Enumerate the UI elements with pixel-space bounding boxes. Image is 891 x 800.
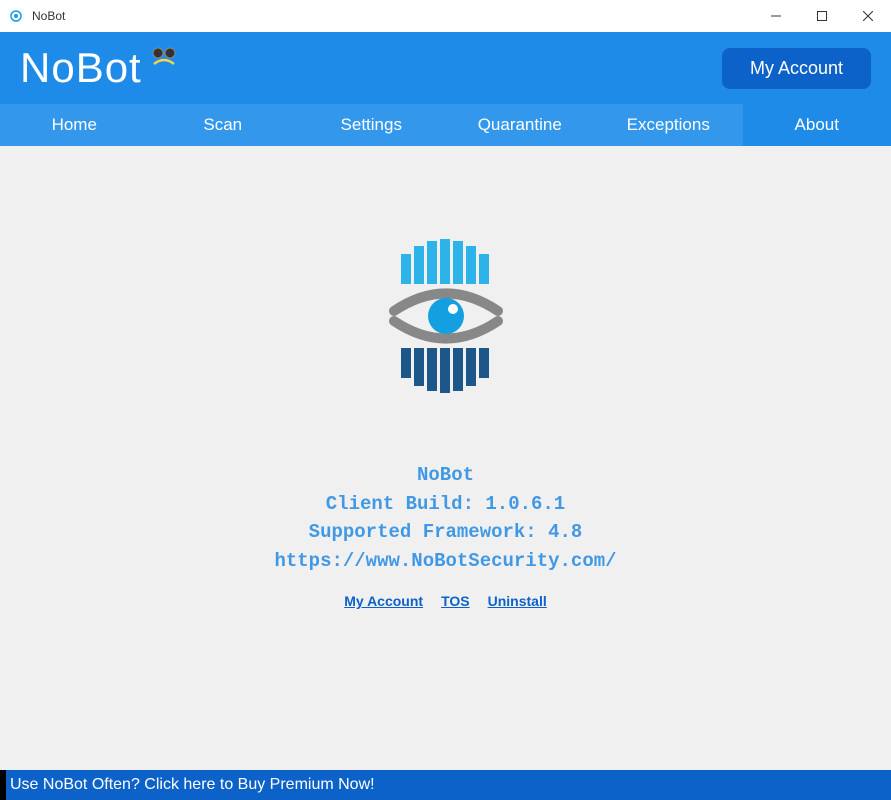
shield-eye-logo-icon <box>346 226 546 431</box>
nav-about[interactable]: About <box>743 104 891 146</box>
logo-text: NoBot <box>20 44 142 92</box>
nav-scan[interactable]: Scan <box>149 104 298 146</box>
app-logo: NoBot <box>20 44 184 92</box>
nav-settings[interactable]: Settings <box>297 104 446 146</box>
tos-link[interactable]: TOS <box>441 593 470 609</box>
titlebar-left: NoBot <box>8 8 65 24</box>
titlebar-title: NoBot <box>32 9 65 23</box>
titlebar-controls <box>753 0 891 32</box>
nav-quarantine[interactable]: Quarantine <box>446 104 595 146</box>
content-area: NoBot Client Build: 1.0.6.1 Supported Fr… <box>0 146 891 770</box>
about-info: NoBot Client Build: 1.0.6.1 Supported Fr… <box>274 461 616 575</box>
uninstall-link[interactable]: Uninstall <box>488 593 547 609</box>
logo-eye-icon <box>146 40 184 88</box>
nav-home[interactable]: Home <box>0 104 149 146</box>
header: NoBot My Account <box>0 32 891 104</box>
navbar: Home Scan Settings Quarantine Exceptions… <box>0 104 891 146</box>
nav-exceptions[interactable]: Exceptions <box>594 104 743 146</box>
links-row: My Account TOS Uninstall <box>344 593 546 609</box>
website-url: https://www.NoBotSecurity.com/ <box>274 547 616 576</box>
titlebar: NoBot <box>0 0 891 32</box>
my-account-link[interactable]: My Account <box>344 593 423 609</box>
premium-promo-link[interactable]: Use NoBot Often? Click here to Buy Premi… <box>6 776 375 794</box>
my-account-button[interactable]: My Account <box>722 48 871 89</box>
maximize-button[interactable] <box>799 0 845 32</box>
app-icon <box>8 8 24 24</box>
product-name: NoBot <box>274 461 616 490</box>
framework-version: Supported Framework: 4.8 <box>274 518 616 547</box>
close-button[interactable] <box>845 0 891 32</box>
minimize-button[interactable] <box>753 0 799 32</box>
client-build: Client Build: 1.0.6.1 <box>274 490 616 519</box>
footer: Use NoBot Often? Click here to Buy Premi… <box>0 770 891 800</box>
